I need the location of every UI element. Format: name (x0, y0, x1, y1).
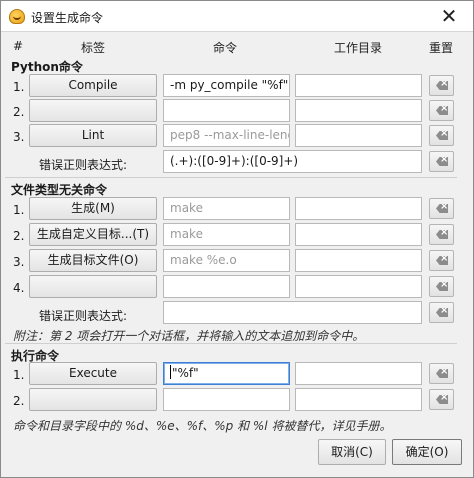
clear-icon (436, 256, 448, 265)
execute-command-field[interactable]: "%f" (163, 362, 290, 385)
python-reset-button-1[interactable] (429, 75, 454, 96)
cancel-button[interactable]: 取消(C) (318, 439, 386, 465)
execute-label-button[interactable]: Execute (29, 362, 157, 385)
independent-reset-button-2[interactable] (429, 224, 454, 245)
python-reset-button-3[interactable] (429, 125, 454, 146)
geany-app-icon (9, 9, 25, 24)
python-workdir-field-2[interactable] (295, 99, 422, 122)
row-number: 2. (13, 105, 25, 119)
independent-regex-field[interactable] (163, 301, 422, 324)
header-workdir: 工作目录 (334, 41, 383, 55)
row-number: 4. (13, 281, 25, 295)
window-title: 设置生成命令 (31, 11, 104, 25)
row-number: 1. (13, 203, 25, 217)
execute-reset-button-2[interactable] (429, 389, 454, 410)
note-substitutions: 命令和目录字段中的 %d、%e、%f、%p 和 %l 将被替代，详见手册。 (13, 419, 392, 433)
python-label-button-1[interactable]: Compile (29, 74, 157, 97)
header-label: 标签 (81, 41, 106, 55)
python-command-field-1[interactable]: -m py_compile "%f" (163, 74, 290, 97)
independent-regex-reset-button[interactable] (429, 302, 454, 323)
build-commands-dialog: 设置生成命令 ✕ # 标签 命令 工作目录 重置 Python命令 1. Com… (0, 0, 474, 478)
row-number: 1. (13, 368, 25, 382)
independent-workdir-field-1[interactable] (295, 197, 422, 220)
independent-reset-button-4[interactable] (429, 276, 454, 297)
independent-command-field-3[interactable]: make %e.o (163, 249, 290, 272)
independent-label-button-4[interactable] (29, 275, 157, 298)
clear-icon (436, 106, 448, 115)
python-label-button-3[interactable]: Lint (29, 124, 157, 147)
separator (5, 177, 457, 178)
execute-workdir-field-2[interactable] (295, 388, 422, 411)
make-object-button[interactable]: 生成目标文件(O) (29, 249, 157, 272)
text-caret (170, 365, 171, 379)
row-number: 1. (13, 80, 25, 94)
python-command-field-2[interactable] (163, 99, 290, 122)
clear-icon (436, 395, 448, 404)
independent-command-field-4[interactable] (163, 275, 290, 298)
python-regex-label: 错误正则表达式: (39, 158, 128, 172)
execute-reset-button-1[interactable] (429, 363, 454, 384)
clear-icon (436, 230, 448, 239)
independent-reset-button-3[interactable] (429, 250, 454, 271)
execute-workdir-field-1[interactable] (295, 362, 422, 385)
clear-icon (436, 81, 448, 90)
python-workdir-field-1[interactable] (295, 74, 422, 97)
independent-regex-label: 错误正则表达式: (39, 309, 128, 323)
python-regex-reset-button[interactable] (429, 151, 454, 172)
python-regex-field[interactable]: (.+):([0-9]+):([0-9]+) (163, 150, 422, 173)
close-icon[interactable]: ✕ (437, 4, 461, 28)
row-number: 2. (13, 394, 25, 408)
independent-command-field-1[interactable]: make (163, 197, 290, 220)
note-dialog-append: 附注：第 2 项会打开一个对话框，并将输入的文本追加到命令中。 (13, 329, 365, 343)
independent-workdir-field-4[interactable] (295, 275, 422, 298)
independent-reset-button-1[interactable] (429, 198, 454, 219)
independent-section-title: 文件类型无关命令 (11, 183, 108, 197)
python-section-title: Python命令 (11, 60, 83, 74)
independent-command-field-2[interactable]: make (163, 223, 290, 246)
independent-workdir-field-3[interactable] (295, 249, 422, 272)
clear-icon (436, 157, 448, 166)
clear-icon (436, 369, 448, 378)
row-number: 2. (13, 229, 25, 243)
title-bar: 设置生成命令 ✕ (1, 1, 473, 32)
header-command: 命令 (213, 41, 238, 55)
clear-icon (436, 282, 448, 291)
python-workdir-field-3[interactable] (295, 124, 422, 147)
independent-workdir-field-2[interactable] (295, 223, 422, 246)
clear-icon (436, 204, 448, 213)
header-reset: 重置 (429, 41, 454, 55)
ok-button[interactable]: 确定(O) (392, 439, 462, 465)
execute-command-field-2[interactable] (163, 388, 290, 411)
execute-command-value: "%f" (172, 366, 199, 380)
row-number: 3. (13, 130, 25, 144)
row-number: 3. (13, 255, 25, 269)
header-hash: # (13, 39, 24, 53)
make-custom-target-button[interactable]: 生成自定义目标...(T) (29, 223, 157, 246)
python-reset-button-2[interactable] (429, 100, 454, 121)
execute-label-button-2[interactable] (29, 388, 157, 411)
separator (5, 343, 457, 344)
python-label-button-2[interactable] (29, 99, 157, 122)
make-label-button[interactable]: 生成(M) (29, 197, 157, 220)
python-command-field-3[interactable]: pep8 --max-line-leng (163, 124, 290, 147)
clear-icon (436, 131, 448, 140)
clear-icon (436, 308, 448, 317)
